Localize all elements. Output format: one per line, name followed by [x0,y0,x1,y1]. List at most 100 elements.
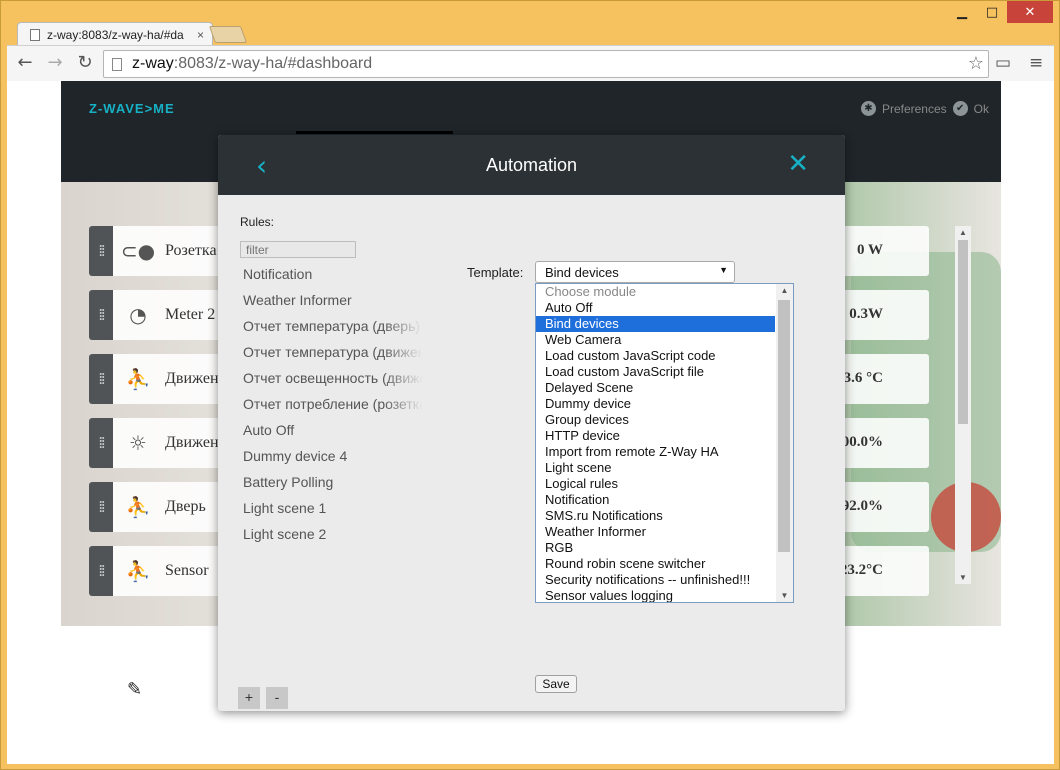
template-option[interactable]: Sensor values logging [536,588,775,602]
dropdown-scrollbar[interactable]: ▲ ▼ [776,284,793,602]
motion-icon: ⛹ [125,559,151,583]
drag-handle-icon[interactable]: ⁞⁞ [89,418,113,468]
browser-window: ▁ □ ✕ z-way:8083/z-way-ha/#da × ← → ↻ z-… [0,0,1060,770]
scroll-down-icon[interactable]: ▼ [955,573,971,582]
drag-handle-icon[interactable]: ⁞⁞ [89,482,113,532]
widget-name: Розетка [165,242,217,259]
save-button[interactable]: Save [535,675,577,693]
tab-title: z-way:8083/z-way-ha/#da [47,27,184,42]
template-option[interactable]: Light scene [536,460,775,476]
drag-handle-icon[interactable]: ⁞⁞ [89,354,113,404]
modal-title: Automation [485,155,578,175]
sun-icon: ☼ [129,431,147,455]
template-option[interactable]: Weather Informer [536,524,775,540]
template-option[interactable]: Web Camera [536,332,775,348]
rule-item[interactable]: Dummy device 4 [243,447,423,473]
modal-header: ‹ Automation ✕ [218,135,845,195]
template-option[interactable]: Load custom JavaScript code [536,348,775,364]
active-tab-indicator [296,131,453,134]
template-selected-value: Bind devices [545,265,619,280]
motion-icon: ⛹ [125,367,151,391]
widget-name: Sensor [165,562,209,579]
preferences-link[interactable]: Preferences [882,102,947,116]
template-option[interactable]: Import from remote Z-Way HA [536,444,775,460]
template-option[interactable]: Dummy device [536,396,775,412]
new-tab-button[interactable] [208,26,248,43]
template-option[interactable]: Group devices [536,412,775,428]
menu-icon[interactable]: ≡ [1029,53,1043,73]
rule-item[interactable]: Отчет освещенность (движение) [243,369,423,395]
dropdown-caret-icon: ▼ [719,265,728,275]
browser-tab[interactable]: z-way:8083/z-way-ha/#da × [17,22,213,46]
widget-value: 3.6 °C [843,370,883,386]
template-option[interactable]: RGB [536,540,775,556]
template-option[interactable]: Round robin scene switcher [536,556,775,572]
rule-item[interactable]: Отчет температура (движение) [243,343,423,369]
rule-item[interactable]: Light scene 1 [243,499,423,525]
close-window-button[interactable]: ✕ [1007,1,1053,23]
template-option[interactable]: Load custom JavaScript file [536,364,775,380]
status-ok: Ok [973,101,989,116]
cast-icon[interactable]: ▭ [995,53,1011,73]
page-icon [112,57,122,71]
header-right: ✱ Preferences ✔ Ok [860,101,989,116]
maximize-button[interactable]: □ [977,1,1007,23]
template-option: Choose module [545,284,637,299]
scroll-up-icon[interactable]: ▲ [776,286,793,295]
rules-label: Rules: [240,215,275,229]
rule-item[interactable]: Отчет потребление (розетка) [243,395,423,421]
rule-item[interactable]: Notification [243,265,423,291]
filter-input[interactable] [240,241,356,258]
back-arrow-icon[interactable]: ← [13,52,37,73]
widget-scrollbar[interactable]: ▲ ▼ [955,226,971,584]
edit-pencil-icon[interactable]: ✎ [127,679,142,700]
url-path: :8083/z-way-ha/#dashboard [173,55,373,72]
forward-arrow-icon[interactable]: → [43,52,67,73]
toggle-icon: ⊂● [120,239,156,263]
remove-rule-button[interactable]: - [266,687,288,709]
window-controls: ▁ □ ✕ [947,1,1053,23]
widget-value: 0.3W [849,306,883,322]
drag-handle-icon[interactable]: ⁞⁞ [89,290,113,340]
add-rule-button[interactable]: + [238,687,260,709]
rule-item[interactable]: Auto Off [243,421,423,447]
template-option[interactable]: HTTP device [536,428,775,444]
widget-name: Meter 2 [165,306,216,323]
template-option[interactable]: Security notifications -- unfinished!!! [536,572,775,588]
widget-name: Дверь [165,498,206,515]
template-label: Template: [467,265,524,280]
reload-icon[interactable]: ↻ [73,52,97,73]
widget-name: Движен [165,434,219,451]
address-bar[interactable]: z-way:8083/z-way-ha/#dashboard ☆ [103,50,989,78]
template-option[interactable]: Delayed Scene [536,380,775,396]
rule-item[interactable]: Light scene 2 [243,525,423,551]
tab-close-icon[interactable]: × [189,28,212,42]
template-option[interactable]: Logical rules [536,476,775,492]
template-option[interactable]: Auto Off [536,300,775,316]
rule-item[interactable]: Отчет температура (дверь) [243,317,423,343]
drag-handle-icon[interactable]: ⁞⁞ [89,226,113,276]
page-viewport: Z-WAVE>ME ✱ Preferences ✔ Ok ⁞⁞ ⊂● Розетка… [7,81,1054,764]
scroll-up-icon[interactable]: ▲ [955,228,971,237]
browser-toolbar: ← → ↻ z-way:8083/z-way-ha/#dashboard ☆ ▭… [7,45,1054,81]
widget-value: 0 W [857,242,883,258]
drag-handle-icon[interactable]: ⁞⁞ [89,546,113,596]
meter-icon: ◔ [129,303,147,327]
template-option[interactable]: Bind devices [536,316,775,332]
motion-icon: ⛹ [125,495,151,519]
template-select[interactable]: Bind devices ▼ [535,261,735,283]
close-icon[interactable]: ✕ [787,149,809,179]
minimize-button[interactable]: ▁ [947,1,977,23]
widget-value: 23.2°C [839,562,883,578]
template-option[interactable]: SMS.ru Notifications [536,508,775,524]
automation-modal: ‹ Automation ✕ Rules: NotificationWeathe… [218,135,845,711]
scroll-down-icon[interactable]: ▼ [776,591,793,600]
rule-item[interactable]: Battery Polling [243,473,423,499]
gear-icon[interactable]: ✱ [860,101,876,116]
zwave-logo: Z-WAVE>ME [89,101,175,116]
template-dropdown: Choose module Auto Off Bind devices Web Cam… [535,283,794,603]
template-option[interactable]: Notification [536,492,775,508]
rules-list: Notification Weather Informer Отчет темпер… [243,265,423,551]
bookmark-star-icon[interactable]: ☆ [968,53,984,74]
rule-item[interactable]: Weather Informer [243,291,423,317]
